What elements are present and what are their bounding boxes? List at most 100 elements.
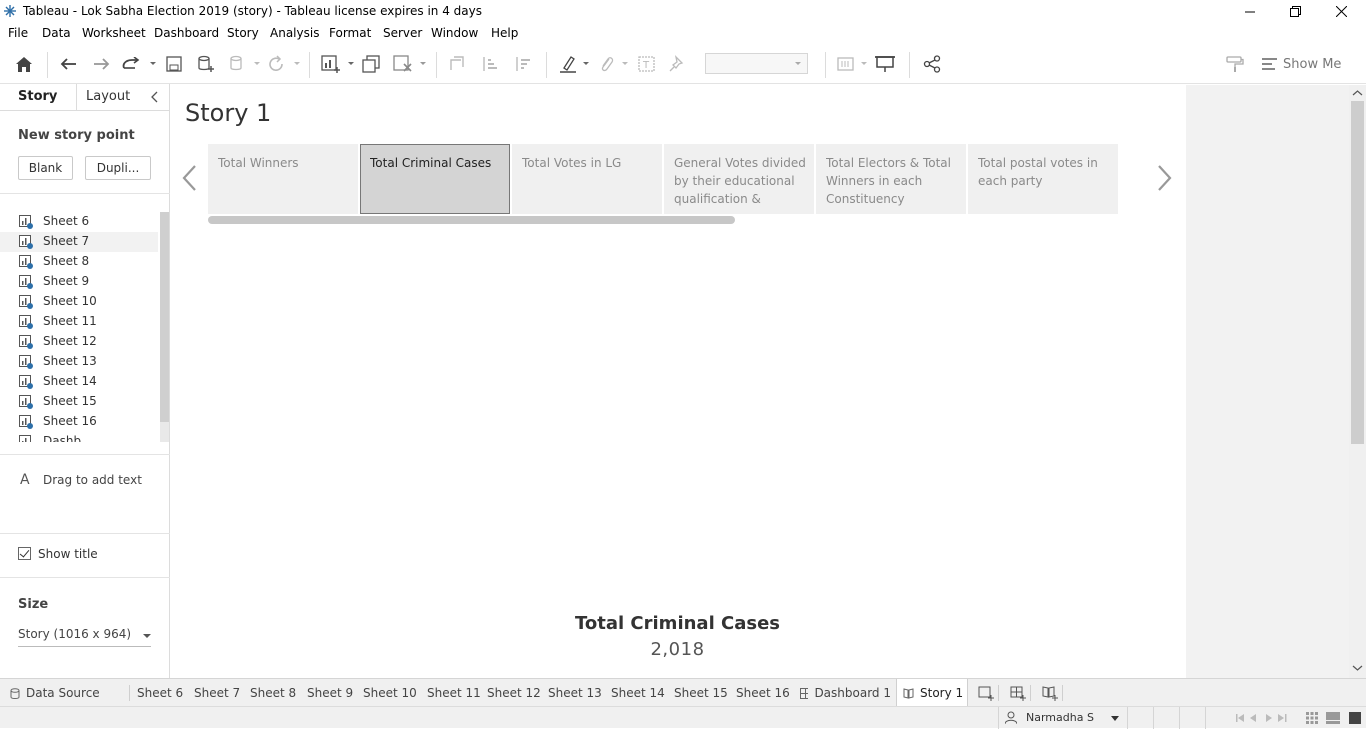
scroll-up-icon[interactable]	[1349, 86, 1366, 100]
sheet-tab[interactable]: Sheet 9	[300, 679, 353, 707]
menu-file[interactable]: File	[8, 26, 28, 40]
menu-format[interactable]: Format	[329, 26, 371, 40]
sheet-tab[interactable]: Sheet 7	[187, 679, 240, 707]
menu-analysis[interactable]: Analysis	[270, 26, 319, 40]
undo-button[interactable]	[58, 54, 80, 74]
text-object-icon[interactable]: A	[20, 472, 30, 488]
drag-to-add-text[interactable]: Drag to add text	[43, 473, 142, 487]
sort-ascending-button[interactable]	[478, 54, 500, 74]
redo-button[interactable]	[90, 54, 112, 74]
sheet-list-scroll-thumb[interactable]	[160, 212, 169, 422]
fit-button[interactable]	[836, 54, 858, 74]
duplicate-sheet-button[interactable]	[360, 54, 382, 74]
sheet-tab[interactable]: Dashboard 1	[796, 679, 891, 707]
save-button[interactable]	[163, 54, 185, 74]
show-me-button[interactable]: Show Me	[1262, 54, 1341, 74]
scroll-down-icon[interactable]	[1349, 661, 1366, 675]
restore-button[interactable]	[1272, 0, 1318, 23]
menu-story[interactable]: Story	[227, 26, 259, 40]
sheet-tab[interactable]: Sheet 15	[667, 679, 728, 707]
show-title-checkbox[interactable]	[18, 547, 31, 560]
refresh-button[interactable]	[265, 54, 287, 74]
story-point[interactable]: Total Criminal Cases	[360, 144, 510, 214]
sheet-tab[interactable]: Sheet 6	[130, 679, 183, 707]
sheet-list-item[interactable]: Sheet 12	[0, 332, 158, 352]
sheet-list-item[interactable]: Sheet 13	[0, 352, 158, 372]
sheet-tab[interactable]: Sheet 12	[480, 679, 541, 707]
sheet-list-item[interactable]: Sheet 11	[0, 312, 158, 332]
blank-story-point-button[interactable]: Blank	[18, 156, 73, 180]
sheet-list-item[interactable]: Sheet 14	[0, 372, 158, 392]
duplicate-story-point-button[interactable]: Dupli...	[85, 156, 151, 180]
menu-server[interactable]: Server	[383, 26, 422, 40]
sheet-tab[interactable]: Sheet 8	[243, 679, 296, 707]
show-mark-labels-button[interactable]: T	[636, 54, 658, 74]
new-worksheet-button[interactable]	[320, 54, 342, 74]
story-size-select[interactable]: Story (1016 x 964)	[18, 627, 151, 647]
tab-layout[interactable]: Layout	[86, 89, 130, 104]
show-tabs-icon[interactable]	[1326, 712, 1340, 724]
sheet-list-label: Sheet 6	[43, 214, 90, 228]
sheet-list-item[interactable]: Sheet 9	[0, 272, 158, 292]
share-icon	[923, 55, 941, 73]
pause-updates-button[interactable]	[227, 54, 249, 74]
story-points-scrollbar[interactable]	[208, 216, 735, 224]
show-sheet-sorter-icon[interactable]	[1349, 712, 1361, 724]
clear-sheet-button[interactable]	[392, 54, 414, 74]
story-title[interactable]: Story 1	[185, 99, 271, 127]
story-point[interactable]: General Votes divided by their education…	[664, 144, 814, 214]
user-menu-chevron-down-icon[interactable]	[1110, 716, 1120, 722]
sheet-navigation-arrows-icon[interactable]	[1236, 713, 1296, 723]
new-data-source-button[interactable]	[195, 54, 217, 74]
toolbar-combo-box[interactable]	[705, 53, 808, 74]
worksheet-icon	[19, 415, 33, 429]
presentation-mode-button[interactable]	[874, 54, 896, 74]
sheet-tab-label: Sheet 12	[487, 686, 541, 700]
sheet-list-item[interactable]: Sheet 6	[0, 212, 158, 232]
swap-rows-columns-button[interactable]	[446, 54, 468, 74]
story-point[interactable]: Total postal votes in each party	[968, 144, 1118, 214]
sheet-list-item[interactable]: Dashb...	[0, 432, 158, 442]
sheet-tab[interactable]: Story 1	[896, 679, 968, 707]
sheet-tab[interactable]: Sheet 11	[420, 679, 481, 707]
sheet-list-item[interactable]: Sheet 8	[0, 252, 158, 272]
tab-story[interactable]: Story	[18, 89, 57, 104]
menu-dashboard[interactable]: Dashboard	[154, 26, 219, 40]
menu-data[interactable]: Data	[42, 26, 71, 40]
sheet-list-item[interactable]: Sheet 10	[0, 292, 158, 312]
sheet-tab[interactable]: Sheet 16	[729, 679, 790, 707]
sheet-list-item[interactable]: Sheet 7	[0, 232, 158, 252]
group-members-button[interactable]	[595, 54, 617, 74]
vertical-scroll-thumb[interactable]	[1351, 101, 1364, 444]
signed-in-user[interactable]: Narmadha S	[1026, 711, 1094, 724]
story-point[interactable]: Total Electors & Total Winners in each C…	[816, 144, 966, 214]
next-story-point-icon[interactable]	[1154, 163, 1174, 193]
new-worksheet-tab-button[interactable]	[974, 679, 998, 707]
menu-worksheet[interactable]: Worksheet	[82, 26, 146, 40]
previous-story-point-icon[interactable]	[180, 163, 200, 193]
collapse-pane-icon[interactable]	[150, 91, 160, 103]
share-button[interactable]	[921, 54, 943, 74]
sort-descending-button[interactable]	[511, 54, 533, 74]
highlight-button[interactable]	[557, 54, 579, 74]
new-dashboard-tab-button[interactable]	[1006, 679, 1030, 707]
home-button[interactable]	[13, 54, 35, 74]
menu-window[interactable]: Window	[431, 26, 478, 40]
show-title-label[interactable]: Show title	[38, 547, 98, 561]
story-point[interactable]: Total Winners	[208, 144, 358, 214]
format-painter-button[interactable]	[1224, 54, 1246, 74]
sheet-tab[interactable]: Sheet 13	[541, 679, 602, 707]
story-point[interactable]: Total Votes in LG	[512, 144, 662, 214]
new-story-tab-button[interactable]	[1038, 679, 1062, 707]
minimize-button[interactable]	[1227, 0, 1273, 23]
sheet-tab[interactable]: Sheet 10	[356, 679, 417, 707]
tab-data-source[interactable]: Data Source	[6, 679, 124, 707]
show-filmstrip-icon[interactable]	[1306, 712, 1318, 724]
close-window-button[interactable]	[1318, 0, 1364, 23]
sheet-tab[interactable]: Sheet 14	[604, 679, 665, 707]
sheet-list-item[interactable]: Sheet 16	[0, 412, 158, 432]
menu-help[interactable]: Help	[491, 26, 518, 40]
replay-button[interactable]	[120, 54, 142, 74]
sheet-list-item[interactable]: Sheet 15	[0, 392, 158, 412]
fix-axes-button[interactable]	[666, 54, 688, 74]
